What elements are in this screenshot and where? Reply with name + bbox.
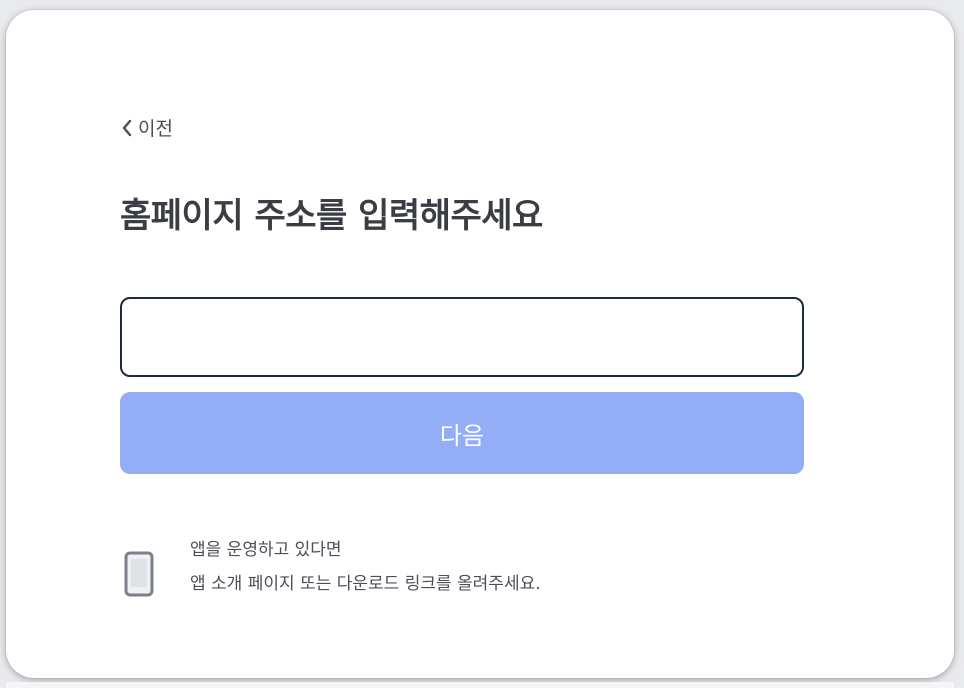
app-notice: 앱을 운영하고 있다면 앱 소개 페이지 또는 다운로드 링크를 올려주세요. bbox=[124, 540, 541, 604]
app-notice-line-1: 앱을 운영하고 있다면 bbox=[190, 540, 342, 560]
next-button[interactable]: 다음 bbox=[120, 392, 804, 474]
smartphone-icon bbox=[124, 544, 160, 604]
chevron-left-icon bbox=[120, 117, 134, 139]
back-button[interactable]: 이전 bbox=[120, 114, 173, 141]
app-notice-line-2: 앱 소개 페이지 또는 다운로드 링크를 올려주세요. bbox=[190, 574, 541, 594]
main-card: 이전 홈페이지 주소를 입력해주세요 다음 앱을 운영하고 있다면 앱 소개 페… bbox=[6, 10, 954, 678]
homepage-url-input[interactable] bbox=[120, 297, 804, 377]
bottom-strip bbox=[6, 682, 954, 688]
app-notice-text: 앱을 운영하고 있다면 앱 소개 페이지 또는 다운로드 링크를 올려주세요. bbox=[190, 540, 541, 594]
back-label: 이전 bbox=[138, 118, 173, 140]
page-title: 홈페이지 주소를 입력해주세요 bbox=[120, 196, 543, 236]
